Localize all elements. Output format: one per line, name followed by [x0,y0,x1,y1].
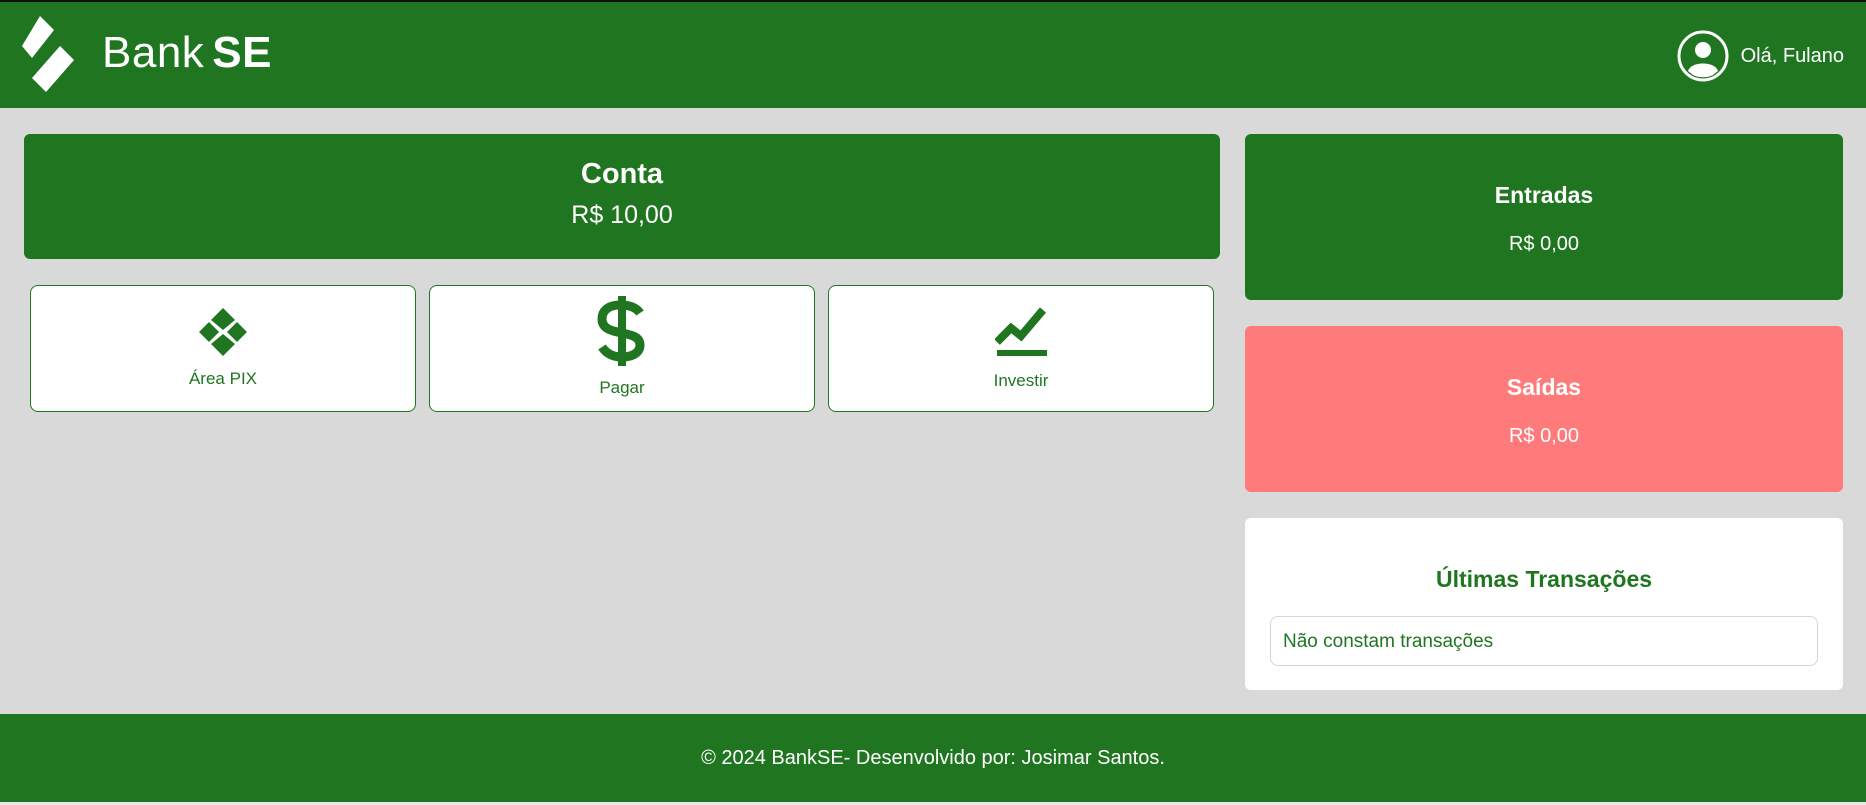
pix-label: Área PIX [188,369,258,388]
top-header: Bank SE Olá, Fulano [0,2,1866,108]
trend-chart-icon [995,307,1047,356]
transactions-card: Últimas Transações Não constam transaçõe… [1245,518,1843,690]
user-greeting: Olá, Fulano [1740,44,1844,67]
pix-button[interactable]: Área PIX [30,285,416,412]
account-balance: R$ 10,00 [571,201,673,229]
pay-button[interactable]: Pagar [429,285,815,412]
footer: © 2024 BankSE- Desenvolvido por: Josimar… [0,714,1866,802]
income-card: Entradas R$ 0,00 [1245,134,1843,300]
user-menu[interactable]: Olá, Fulano [1677,30,1844,82]
expense-value: R$ 0,00 [1508,425,1580,447]
income-title: Entradas [1494,182,1594,208]
dollar-icon [597,296,645,366]
brand-name[interactable]: Bank SE [102,28,272,78]
brand-part1: Bank [102,28,205,77]
invest-button[interactable]: Investir [828,285,1214,412]
diamond-logo-icon[interactable] [22,16,78,92]
income-value: R$ 0,00 [1508,233,1580,255]
invest-label: Investir [993,371,1049,390]
pay-label: Pagar [599,378,645,397]
brand-part2: SE [212,28,272,77]
account-card: Conta R$ 10,00 [24,134,1220,259]
user-circle-icon[interactable] [1677,30,1729,82]
expense-card: Saídas R$ 0,00 [1245,326,1843,492]
expense-title: Saídas [1506,374,1582,400]
account-title: Conta [580,158,664,190]
pix-icon [199,308,247,356]
footer-text: © 2024 BankSE- Desenvolvido por: Josimar… [701,747,1165,769]
transactions-empty-item: Não constam transações [1270,616,1818,666]
transactions-title: Últimas Transações [1435,566,1653,592]
